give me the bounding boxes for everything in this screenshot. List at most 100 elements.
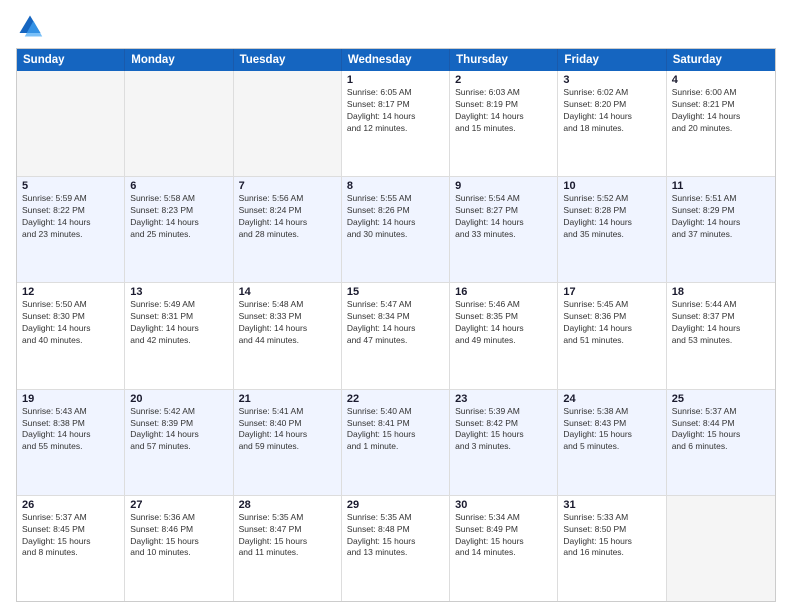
day-number: 2: [455, 74, 552, 86]
cal-cell-21: 21Sunrise: 5:41 AM Sunset: 8:40 PM Dayli…: [234, 390, 342, 495]
cal-cell-7: 7Sunrise: 5:56 AM Sunset: 8:24 PM Daylig…: [234, 177, 342, 282]
day-info: Sunrise: 5:34 AM Sunset: 8:49 PM Dayligh…: [455, 512, 552, 560]
cal-cell-29: 29Sunrise: 5:35 AM Sunset: 8:48 PM Dayli…: [342, 496, 450, 601]
day-info: Sunrise: 5:59 AM Sunset: 8:22 PM Dayligh…: [22, 193, 119, 241]
logo: [16, 12, 48, 40]
cal-cell-empty-0-2: [234, 71, 342, 176]
cal-cell-24: 24Sunrise: 5:38 AM Sunset: 8:43 PM Dayli…: [558, 390, 666, 495]
day-info: Sunrise: 6:00 AM Sunset: 8:21 PM Dayligh…: [672, 87, 770, 135]
day-info: Sunrise: 5:47 AM Sunset: 8:34 PM Dayligh…: [347, 299, 444, 347]
day-info: Sunrise: 5:49 AM Sunset: 8:31 PM Dayligh…: [130, 299, 227, 347]
day-number: 26: [22, 499, 119, 511]
day-number: 17: [563, 286, 660, 298]
day-info: Sunrise: 5:42 AM Sunset: 8:39 PM Dayligh…: [130, 406, 227, 454]
cal-cell-14: 14Sunrise: 5:48 AM Sunset: 8:33 PM Dayli…: [234, 283, 342, 388]
logo-icon: [16, 12, 44, 40]
day-number: 18: [672, 286, 770, 298]
cal-cell-25: 25Sunrise: 5:37 AM Sunset: 8:44 PM Dayli…: [667, 390, 775, 495]
day-info: Sunrise: 5:55 AM Sunset: 8:26 PM Dayligh…: [347, 193, 444, 241]
cal-cell-28: 28Sunrise: 5:35 AM Sunset: 8:47 PM Dayli…: [234, 496, 342, 601]
day-info: Sunrise: 5:37 AM Sunset: 8:45 PM Dayligh…: [22, 512, 119, 560]
day-info: Sunrise: 5:36 AM Sunset: 8:46 PM Dayligh…: [130, 512, 227, 560]
cal-row-4: 26Sunrise: 5:37 AM Sunset: 8:45 PM Dayli…: [17, 496, 775, 601]
cal-cell-9: 9Sunrise: 5:54 AM Sunset: 8:27 PM Daylig…: [450, 177, 558, 282]
day-number: 10: [563, 180, 660, 192]
day-info: Sunrise: 6:02 AM Sunset: 8:20 PM Dayligh…: [563, 87, 660, 135]
day-number: 16: [455, 286, 552, 298]
day-number: 9: [455, 180, 552, 192]
day-number: 13: [130, 286, 227, 298]
cal-cell-5: 5Sunrise: 5:59 AM Sunset: 8:22 PM Daylig…: [17, 177, 125, 282]
header-cell-thursday: Thursday: [450, 49, 558, 71]
header-cell-wednesday: Wednesday: [342, 49, 450, 71]
header-cell-saturday: Saturday: [667, 49, 775, 71]
cal-cell-11: 11Sunrise: 5:51 AM Sunset: 8:29 PM Dayli…: [667, 177, 775, 282]
day-info: Sunrise: 5:45 AM Sunset: 8:36 PM Dayligh…: [563, 299, 660, 347]
day-info: Sunrise: 5:44 AM Sunset: 8:37 PM Dayligh…: [672, 299, 770, 347]
day-number: 25: [672, 393, 770, 405]
header-cell-tuesday: Tuesday: [234, 49, 342, 71]
day-info: Sunrise: 6:05 AM Sunset: 8:17 PM Dayligh…: [347, 87, 444, 135]
day-number: 24: [563, 393, 660, 405]
day-number: 8: [347, 180, 444, 192]
day-number: 31: [563, 499, 660, 511]
day-number: 3: [563, 74, 660, 86]
day-info: Sunrise: 5:40 AM Sunset: 8:41 PM Dayligh…: [347, 406, 444, 454]
day-info: Sunrise: 5:35 AM Sunset: 8:48 PM Dayligh…: [347, 512, 444, 560]
cal-cell-22: 22Sunrise: 5:40 AM Sunset: 8:41 PM Dayli…: [342, 390, 450, 495]
page: SundayMondayTuesdayWednesdayThursdayFrid…: [0, 0, 792, 612]
cal-row-0: 1Sunrise: 6:05 AM Sunset: 8:17 PM Daylig…: [17, 71, 775, 177]
day-number: 20: [130, 393, 227, 405]
cal-cell-18: 18Sunrise: 5:44 AM Sunset: 8:37 PM Dayli…: [667, 283, 775, 388]
header: [16, 12, 776, 40]
cal-cell-26: 26Sunrise: 5:37 AM Sunset: 8:45 PM Dayli…: [17, 496, 125, 601]
day-info: Sunrise: 5:43 AM Sunset: 8:38 PM Dayligh…: [22, 406, 119, 454]
header-cell-sunday: Sunday: [17, 49, 125, 71]
cal-cell-23: 23Sunrise: 5:39 AM Sunset: 8:42 PM Dayli…: [450, 390, 558, 495]
calendar-body: 1Sunrise: 6:05 AM Sunset: 8:17 PM Daylig…: [17, 71, 775, 601]
cal-cell-1: 1Sunrise: 6:05 AM Sunset: 8:17 PM Daylig…: [342, 71, 450, 176]
cal-cell-empty-0-0: [17, 71, 125, 176]
cal-cell-20: 20Sunrise: 5:42 AM Sunset: 8:39 PM Dayli…: [125, 390, 233, 495]
cal-row-2: 12Sunrise: 5:50 AM Sunset: 8:30 PM Dayli…: [17, 283, 775, 389]
cal-row-1: 5Sunrise: 5:59 AM Sunset: 8:22 PM Daylig…: [17, 177, 775, 283]
day-number: 21: [239, 393, 336, 405]
day-number: 23: [455, 393, 552, 405]
day-info: Sunrise: 5:56 AM Sunset: 8:24 PM Dayligh…: [239, 193, 336, 241]
day-info: Sunrise: 6:03 AM Sunset: 8:19 PM Dayligh…: [455, 87, 552, 135]
day-number: 12: [22, 286, 119, 298]
day-info: Sunrise: 5:41 AM Sunset: 8:40 PM Dayligh…: [239, 406, 336, 454]
cal-cell-12: 12Sunrise: 5:50 AM Sunset: 8:30 PM Dayli…: [17, 283, 125, 388]
day-number: 19: [22, 393, 119, 405]
calendar-header-row: SundayMondayTuesdayWednesdayThursdayFrid…: [17, 49, 775, 71]
day-info: Sunrise: 5:35 AM Sunset: 8:47 PM Dayligh…: [239, 512, 336, 560]
cal-row-3: 19Sunrise: 5:43 AM Sunset: 8:38 PM Dayli…: [17, 390, 775, 496]
cal-cell-16: 16Sunrise: 5:46 AM Sunset: 8:35 PM Dayli…: [450, 283, 558, 388]
day-info: Sunrise: 5:50 AM Sunset: 8:30 PM Dayligh…: [22, 299, 119, 347]
day-number: 15: [347, 286, 444, 298]
day-number: 6: [130, 180, 227, 192]
header-cell-friday: Friday: [558, 49, 666, 71]
day-info: Sunrise: 5:33 AM Sunset: 8:50 PM Dayligh…: [563, 512, 660, 560]
day-number: 11: [672, 180, 770, 192]
cal-cell-15: 15Sunrise: 5:47 AM Sunset: 8:34 PM Dayli…: [342, 283, 450, 388]
day-number: 5: [22, 180, 119, 192]
day-info: Sunrise: 5:37 AM Sunset: 8:44 PM Dayligh…: [672, 406, 770, 454]
cal-cell-empty-4-6: [667, 496, 775, 601]
cal-cell-3: 3Sunrise: 6:02 AM Sunset: 8:20 PM Daylig…: [558, 71, 666, 176]
day-number: 27: [130, 499, 227, 511]
cal-cell-6: 6Sunrise: 5:58 AM Sunset: 8:23 PM Daylig…: [125, 177, 233, 282]
cal-cell-8: 8Sunrise: 5:55 AM Sunset: 8:26 PM Daylig…: [342, 177, 450, 282]
header-cell-monday: Monday: [125, 49, 233, 71]
day-info: Sunrise: 5:51 AM Sunset: 8:29 PM Dayligh…: [672, 193, 770, 241]
day-info: Sunrise: 5:39 AM Sunset: 8:42 PM Dayligh…: [455, 406, 552, 454]
cal-cell-13: 13Sunrise: 5:49 AM Sunset: 8:31 PM Dayli…: [125, 283, 233, 388]
cal-cell-27: 27Sunrise: 5:36 AM Sunset: 8:46 PM Dayli…: [125, 496, 233, 601]
cal-cell-19: 19Sunrise: 5:43 AM Sunset: 8:38 PM Dayli…: [17, 390, 125, 495]
day-number: 28: [239, 499, 336, 511]
cal-cell-10: 10Sunrise: 5:52 AM Sunset: 8:28 PM Dayli…: [558, 177, 666, 282]
cal-cell-30: 30Sunrise: 5:34 AM Sunset: 8:49 PM Dayli…: [450, 496, 558, 601]
day-number: 22: [347, 393, 444, 405]
day-info: Sunrise: 5:52 AM Sunset: 8:28 PM Dayligh…: [563, 193, 660, 241]
cal-cell-4: 4Sunrise: 6:00 AM Sunset: 8:21 PM Daylig…: [667, 71, 775, 176]
